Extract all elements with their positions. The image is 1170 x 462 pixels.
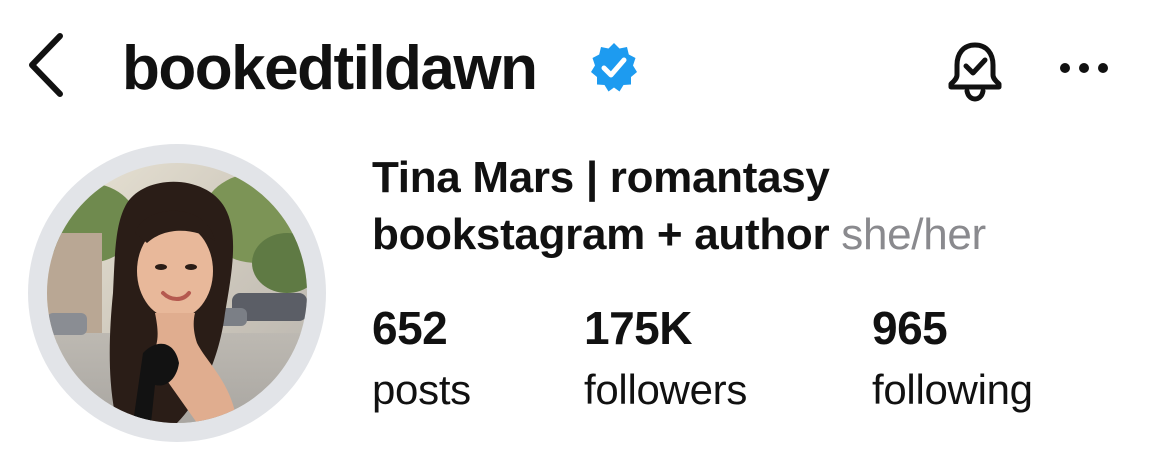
stat-following-value: 965 [872, 302, 948, 354]
stat-followers[interactable]: 175K followers [584, 298, 747, 420]
verified-badge-icon [591, 43, 637, 92]
avatar[interactable] [47, 163, 307, 423]
stat-posts[interactable]: 652 posts [372, 298, 471, 420]
profile-full-name: Tina Mars | romantasy [372, 153, 830, 202]
more-horizontal-icon [1060, 63, 1108, 73]
notifications-button[interactable] [940, 38, 1010, 104]
stat-posts-value: 652 [372, 302, 448, 354]
stat-followers-value: 175K [584, 302, 692, 354]
back-button[interactable] [24, 30, 68, 100]
profile-photo [47, 163, 307, 423]
more-options-button[interactable] [1056, 50, 1112, 86]
stat-posts-label: posts [372, 366, 471, 413]
chevron-left-icon [29, 33, 63, 97]
stat-following-label: following [872, 366, 1033, 413]
stat-following[interactable]: 965 following [872, 298, 1033, 420]
profile-bio-line: bookstagram + author she/her [372, 207, 986, 263]
profile-bio: bookstagram + author [372, 210, 830, 259]
profile-pronouns: she/her [841, 210, 986, 259]
bell-check-icon [948, 42, 1002, 102]
profile-username: bookedtildawn [122, 33, 538, 103]
stat-followers-label: followers [584, 366, 748, 413]
